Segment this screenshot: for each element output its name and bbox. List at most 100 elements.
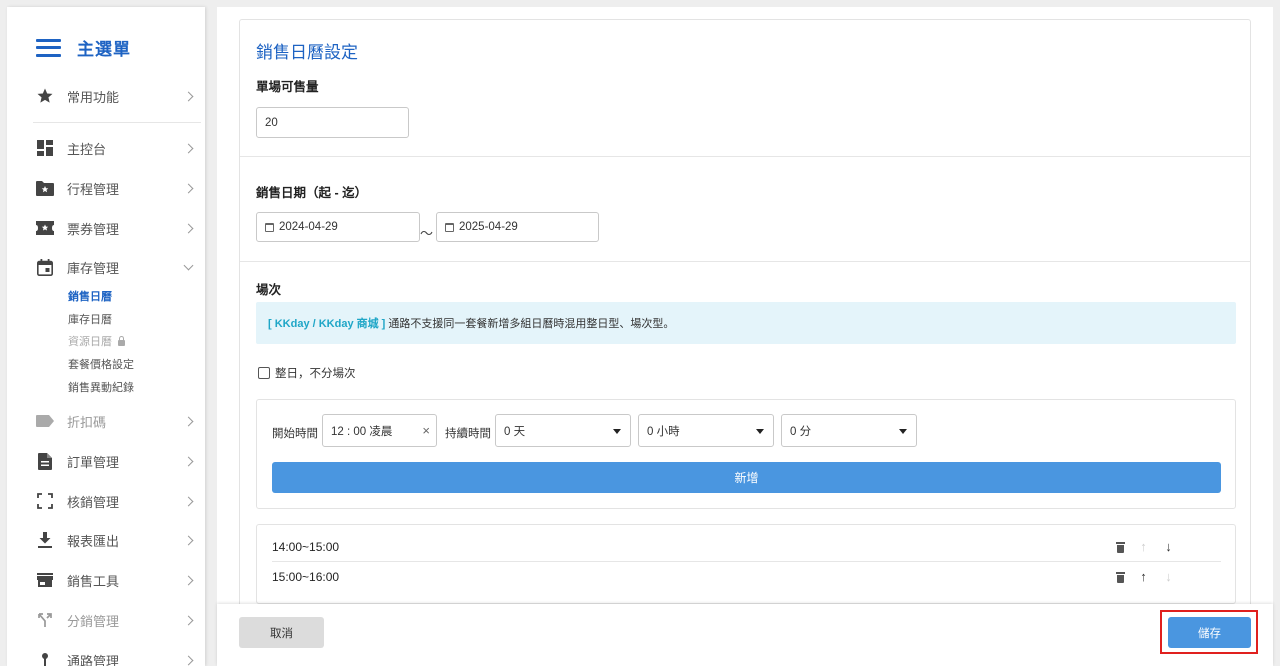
calendar-icon bbox=[445, 222, 454, 232]
arrow-down-icon: ↓ bbox=[1165, 569, 1172, 584]
chevron-right-icon bbox=[183, 91, 194, 101]
sidebar-item-reports[interactable]: 報表匯出 bbox=[36, 529, 196, 551]
sub-item-resource-calendar: 資源日曆 bbox=[68, 333, 125, 349]
sub-item-label: 銷售異動紀錄 bbox=[68, 382, 134, 394]
slot-time: 15:00~16:00 bbox=[272, 570, 340, 584]
chevron-right-icon bbox=[183, 655, 194, 665]
folder-star-icon bbox=[36, 179, 54, 197]
duration-days-value: 0 天 bbox=[504, 425, 526, 438]
start-time-value: 12 : 00 凌晨 bbox=[331, 425, 393, 438]
duration-label: 持續時間 bbox=[445, 428, 491, 440]
sub-item-label: 資源日曆 bbox=[68, 336, 112, 348]
sidebar-item-redemption[interactable]: 核銷管理 bbox=[36, 490, 196, 512]
duration-minutes-value: 0 分 bbox=[790, 425, 812, 438]
sidebar-item-inventory[interactable]: 庫存管理 bbox=[36, 256, 196, 278]
sidebar-item-distribution[interactable]: 分銷管理 bbox=[36, 609, 196, 631]
start-time-input[interactable]: 12 : 00 凌晨 × bbox=[322, 414, 437, 447]
calendar-icon bbox=[36, 258, 54, 276]
main-panel: 銷售日曆設定 單場可售量 20 銷售日期（起 - 迄） 2024-04-29 ～… bbox=[217, 7, 1273, 666]
calendar-icon bbox=[265, 222, 274, 232]
hamburger-menu-icon[interactable] bbox=[36, 38, 61, 57]
store-icon bbox=[36, 571, 54, 589]
sidebar-item-label: 通路管理 bbox=[67, 653, 120, 666]
ticket-icon bbox=[36, 219, 54, 237]
arrow-up-icon: ↑ bbox=[1140, 539, 1147, 554]
session-form: 開始時間 12 : 00 凌晨 × 持續時間 0 天 0 小時 0 分 新增 bbox=[256, 399, 1236, 509]
sidebar-item-label: 票券管理 bbox=[67, 221, 120, 237]
cancel-button[interactable]: 取消 bbox=[239, 617, 324, 648]
scan-icon bbox=[36, 492, 54, 510]
sidebar-item-favorites[interactable]: 常用功能 bbox=[36, 85, 196, 107]
sidebar-item-label: 主控台 bbox=[67, 141, 107, 157]
chevron-down-icon bbox=[183, 260, 194, 270]
quantity-label: 單場可售量 bbox=[256, 80, 319, 94]
download-icon bbox=[36, 531, 54, 549]
sidebar-item-orders[interactable]: 訂單管理 bbox=[36, 450, 196, 472]
start-date-input[interactable]: 2024-04-29 bbox=[256, 212, 420, 242]
sub-item-label: 套餐價格設定 bbox=[68, 359, 134, 371]
quantity-value: 20 bbox=[265, 116, 278, 129]
sub-item-sales-calendar[interactable]: 銷售日曆 bbox=[68, 288, 112, 304]
sidebar-item-label: 分銷管理 bbox=[67, 613, 120, 629]
sidebar-item-channels[interactable]: 通路管理 bbox=[36, 649, 196, 666]
add-session-button[interactable]: 新增 bbox=[272, 462, 1221, 493]
sub-item-label: 庫存日曆 bbox=[68, 314, 112, 326]
sub-item-inventory-calendar[interactable]: 庫存日曆 bbox=[68, 311, 112, 327]
duration-days-select[interactable]: 0 天 bbox=[495, 414, 631, 447]
session-list: 14:00~15:00 ↑ ↓ 15:00~16:00 ↑ ↓ bbox=[256, 524, 1236, 604]
duration-minutes-select[interactable]: 0 分 bbox=[781, 414, 917, 447]
sidebar-item-label: 折扣碼 bbox=[67, 414, 107, 430]
quantity-input[interactable]: 20 bbox=[256, 107, 409, 138]
sidebar-item-label: 報表匯出 bbox=[67, 533, 120, 549]
sales-calendar-card: 銷售日曆設定 單場可售量 20 銷售日期（起 - 迄） 2024-04-29 ～… bbox=[239, 19, 1251, 619]
divider bbox=[240, 156, 1250, 157]
all-day-checkbox-row[interactable]: 整日，不分場次 bbox=[258, 365, 356, 381]
sidebar-item-discount[interactable]: 折扣碼 bbox=[36, 410, 196, 432]
sidebar-item-label: 核銷管理 bbox=[67, 494, 120, 510]
sidebar-item-itinerary[interactable]: 行程管理 bbox=[36, 177, 196, 199]
chevron-right-icon bbox=[183, 615, 194, 625]
sidebar-item-dashboard[interactable]: 主控台 bbox=[36, 137, 196, 159]
end-date-input[interactable]: 2025-04-29 bbox=[436, 212, 599, 242]
sidebar-item-label: 庫存管理 bbox=[67, 260, 120, 276]
fork-icon bbox=[36, 611, 54, 629]
sidebar-header[interactable]: 主選單 bbox=[36, 35, 131, 60]
duration-hours-select[interactable]: 0 小時 bbox=[638, 414, 774, 447]
start-time-label: 開始時間 bbox=[272, 428, 318, 440]
dashboard-icon bbox=[36, 139, 54, 157]
arrow-down-icon[interactable]: ↓ bbox=[1162, 540, 1175, 553]
chevron-right-icon bbox=[183, 223, 194, 233]
sub-item-package-price[interactable]: 套餐價格設定 bbox=[68, 356, 134, 372]
page-title: 銷售日曆設定 bbox=[256, 43, 358, 62]
pin-icon bbox=[36, 651, 54, 666]
notice-banner: [ KKday / KKday 商城 ] 通路不支援同一套餐新增多組日曆時混用整… bbox=[256, 302, 1236, 344]
trash-icon[interactable] bbox=[1116, 541, 1125, 553]
save-button[interactable]: 儲存 bbox=[1168, 617, 1251, 648]
footer-bar: 取消 儲存 bbox=[217, 604, 1273, 666]
slot-actions: ↑ ↓ bbox=[1116, 569, 1175, 584]
sidebar-title: 主選單 bbox=[77, 40, 131, 59]
sidebar-item-label: 銷售工具 bbox=[67, 573, 120, 589]
trash-icon[interactable] bbox=[1116, 571, 1125, 583]
document-icon bbox=[36, 452, 54, 470]
sidebar-item-sales-tools[interactable]: 銷售工具 bbox=[36, 569, 196, 591]
sidebar-item-tickets[interactable]: 票券管理 bbox=[36, 217, 196, 239]
duration-hours-value: 0 小時 bbox=[647, 425, 680, 438]
sidebar-item-label: 訂單管理 bbox=[67, 454, 120, 470]
chevron-right-icon bbox=[183, 183, 194, 193]
date-separator: ～ bbox=[420, 226, 434, 241]
sidebar-item-label: 行程管理 bbox=[67, 181, 120, 197]
date-range-label: 銷售日期（起 - 迄） bbox=[256, 186, 368, 200]
slot-actions: ↑ ↓ bbox=[1116, 539, 1175, 554]
chevron-right-icon bbox=[183, 496, 194, 506]
list-item: 14:00~15:00 ↑ ↓ bbox=[272, 532, 1221, 562]
clear-icon[interactable]: × bbox=[422, 423, 430, 438]
divider bbox=[33, 122, 201, 123]
divider bbox=[240, 261, 1250, 262]
chevron-right-icon bbox=[183, 456, 194, 466]
sub-item-sales-change-log[interactable]: 銷售異動紀錄 bbox=[68, 379, 134, 395]
arrow-up-icon[interactable]: ↑ bbox=[1137, 570, 1150, 583]
notice-text: 通路不支援同一套餐新增多組日曆時混用整日型、場次型。 bbox=[388, 318, 675, 330]
all-day-checkbox[interactable] bbox=[258, 367, 270, 379]
all-day-label: 整日，不分場次 bbox=[275, 368, 356, 380]
